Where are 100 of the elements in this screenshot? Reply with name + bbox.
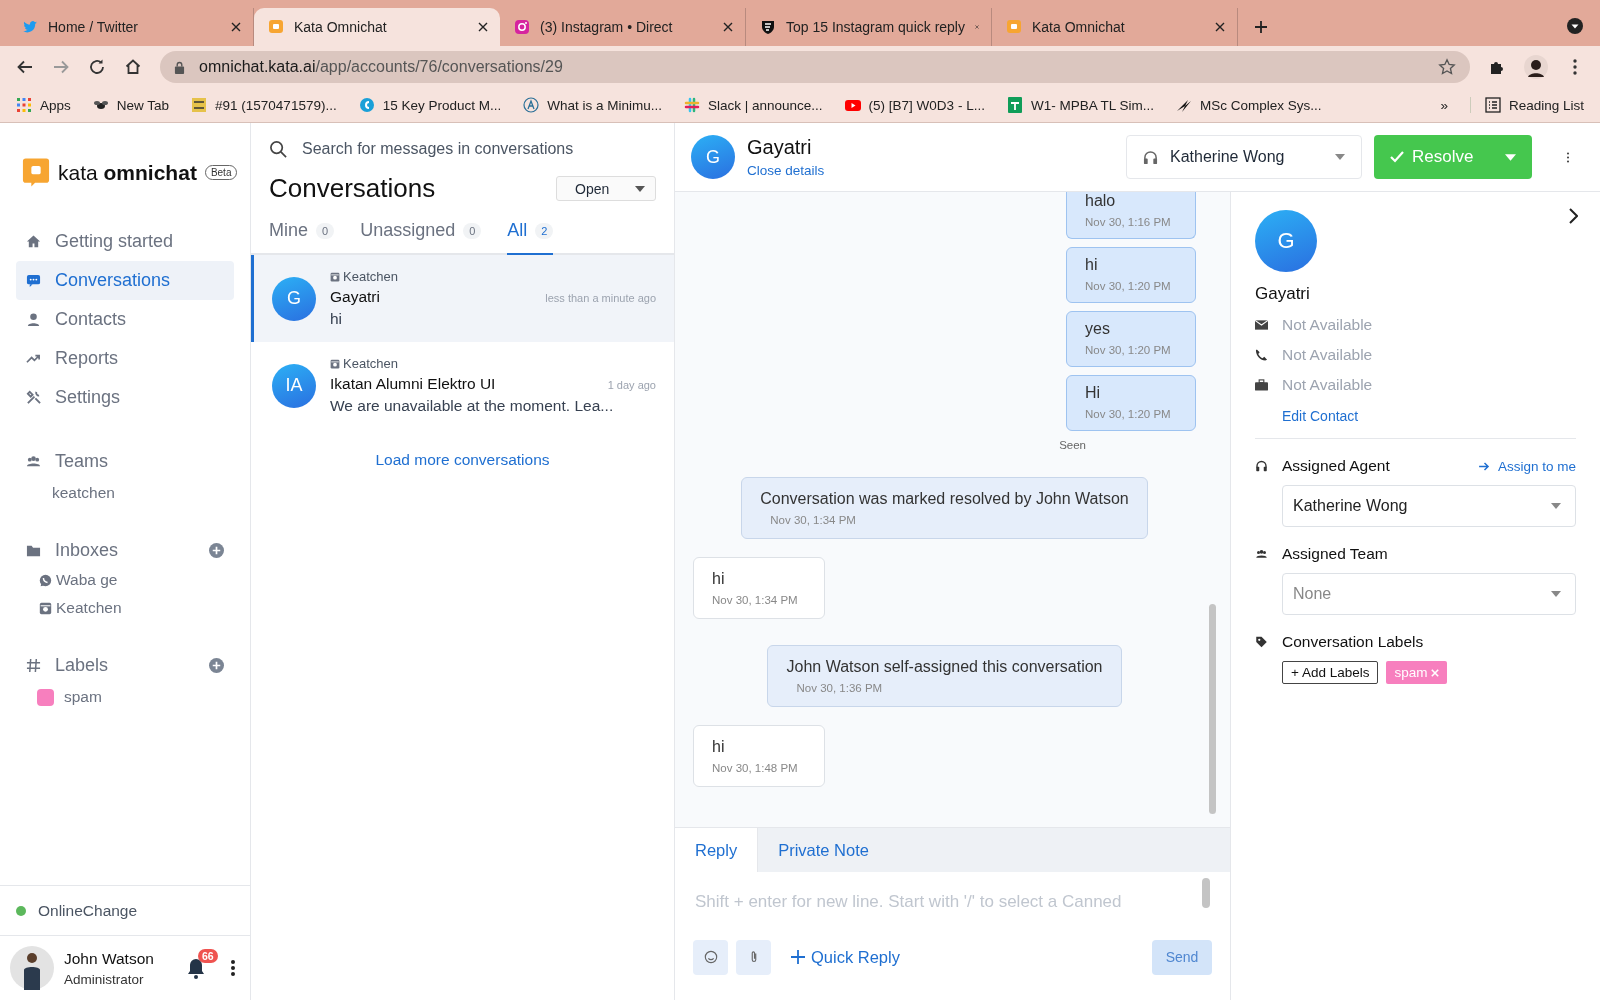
assign-to-me-link[interactable]: Assign to me [1478, 458, 1576, 474]
agent-select[interactable]: Katherine Wong [1126, 135, 1362, 179]
field-value: Not Available [1282, 346, 1373, 364]
message-text: Conversation was marked resolved by John Watson [760, 490, 1129, 508]
user-name: John Watson [64, 949, 155, 968]
camera-icon [514, 19, 530, 35]
attach-button[interactable] [736, 939, 771, 975]
conversation-tab[interactable]: Unassigned 0 [360, 220, 482, 255]
contact-avatar: G [691, 135, 735, 179]
phone-icon [1255, 349, 1268, 361]
status-text: Online [38, 901, 83, 920]
notification-badge: 66 [198, 949, 218, 963]
close-icon[interactable] [1215, 22, 1225, 32]
bookmark[interactable]: What is a Minimu... [523, 97, 662, 113]
bird-icon [22, 19, 38, 35]
play-icon [844, 97, 861, 113]
bookmark[interactable]: W1- MPBA TL Sim... [1006, 97, 1154, 113]
back-icon[interactable] [16, 58, 34, 76]
change-link[interactable]: Change [82, 901, 138, 920]
check-icon [1390, 151, 1404, 163]
browser-tab[interactable]: Kata Omnichat [254, 8, 500, 46]
more-icon[interactable] [230, 959, 236, 977]
nav-item[interactable]: Conversations [16, 261, 234, 300]
section-title: Inboxes [55, 540, 119, 561]
nav-item[interactable]: Contacts [16, 300, 234, 339]
message-time: Nov 30, 1:20 PM [1085, 408, 1172, 420]
more-icon[interactable] [1566, 150, 1570, 164]
bookmark[interactable]: 15 Key Product M... [358, 97, 502, 113]
people-icon [26, 454, 41, 469]
caret-icon [1335, 154, 1345, 160]
section-title: Labels [55, 655, 109, 676]
close-details-link[interactable]: Close details [747, 163, 825, 178]
reload-icon[interactable] [88, 58, 106, 76]
user-avatar [10, 946, 54, 990]
reading-list[interactable]: Reading List [1469, 97, 1584, 113]
field-value: Not Available [1282, 376, 1373, 394]
bookmark[interactable]: MSc Complex Sys... [1175, 97, 1322, 113]
person-icon [26, 312, 41, 327]
message-time: Nov 30, 1:20 PM [1085, 344, 1172, 356]
bookmark[interactable]: Slack | announce... [684, 97, 823, 113]
edit-contact-link[interactable]: Edit Contact [1282, 408, 1576, 424]
contact-name: Ikatan Alumni Elektro UI [330, 375, 496, 393]
conversation-item[interactable]: IA Keatchen Ikatan Alumni Elektro UI 1 day ago We are unavailable at the moment. Lea... [251, 342, 674, 429]
quick-reply-button[interactable]: Quick Reply [791, 947, 900, 967]
team-select[interactable]: None [1282, 573, 1576, 615]
address-bar[interactable]: omnichat.kata.ai/app/accounts/76/conversations/29 [160, 51, 1470, 83]
scrollbar[interactable] [1202, 878, 1210, 908]
profile-avatar[interactable] [1524, 55, 1548, 79]
tag-icon [1255, 636, 1268, 648]
bookmark[interactable]: Apps [16, 97, 71, 113]
folder-icon [26, 543, 41, 558]
message-preview: We are unavailable at the moment. Lea... [330, 397, 615, 415]
message-time: Nov 30, 1:36 PM [795, 682, 884, 694]
new-tab-icon[interactable] [1254, 20, 1268, 34]
contact-avatar: G [272, 276, 316, 321]
reply-tab[interactable]: Private Note [758, 828, 889, 872]
conversation-item[interactable]: G Keatchen Gayatri less than a minute ago hi [251, 255, 674, 342]
add-icon[interactable] [209, 543, 224, 558]
overflow-chevron[interactable]: » [1440, 97, 1448, 113]
close-icon[interactable] [723, 22, 733, 32]
label-item[interactable]: spam [0, 688, 250, 706]
nav-item[interactable]: Getting started [16, 222, 234, 261]
close-icon[interactable] [478, 22, 488, 32]
headset-icon [1143, 149, 1158, 165]
agent-select[interactable]: Katherine Wong [1282, 485, 1576, 527]
conversation-tab[interactable]: Mine 0 [269, 220, 335, 255]
message-text: yes [1085, 320, 1111, 338]
chevron-icon[interactable] [1568, 208, 1578, 224]
dropdown-icon[interactable] [1566, 17, 1584, 35]
page-title: Conversations [269, 173, 436, 204]
load-more-link[interactable]: Load more conversations [375, 451, 550, 469]
lock-icon [174, 60, 185, 74]
star-icon[interactable] [1438, 58, 1456, 76]
envelope-icon [1255, 319, 1268, 331]
seen-status: Seen [1059, 439, 1086, 451]
inbox-item[interactable]: Keatchen [0, 599, 250, 617]
nav-item[interactable]: Reports [16, 339, 234, 378]
scrollbar[interactable] [1209, 604, 1216, 814]
status-filter[interactable]: Open [556, 176, 656, 201]
nav-item[interactable]: Settings [16, 378, 234, 417]
home-icon[interactable] [124, 58, 142, 76]
camera-icon [330, 271, 340, 282]
close-icon[interactable] [231, 22, 241, 32]
team-item[interactable]: keatchen [0, 484, 250, 502]
message-text: hi [1085, 256, 1099, 274]
reply-tab[interactable]: Reply [675, 828, 759, 872]
add-labels-button[interactable]: + Add Labels [1282, 661, 1379, 684]
section-title: Assigned Team [1282, 545, 1388, 563]
hash-icon [684, 97, 700, 113]
people-icon [1255, 548, 1268, 560]
caret-icon [1551, 591, 1561, 597]
emoji-button[interactable] [693, 939, 728, 975]
bookmark[interactable]: #91 (1570471579)... [191, 97, 337, 113]
add-icon[interactable] [209, 658, 224, 673]
shield-icon [760, 19, 776, 35]
message-text: hi [712, 570, 726, 588]
bookmark[interactable]: (5) [B7] W0D3 - L... [844, 97, 985, 113]
inbox-item[interactable]: Waba ge [0, 571, 250, 589]
message-time: Nov 30, 1:34 PM [712, 594, 799, 606]
bookmark[interactable]: New Tab [92, 97, 170, 113]
